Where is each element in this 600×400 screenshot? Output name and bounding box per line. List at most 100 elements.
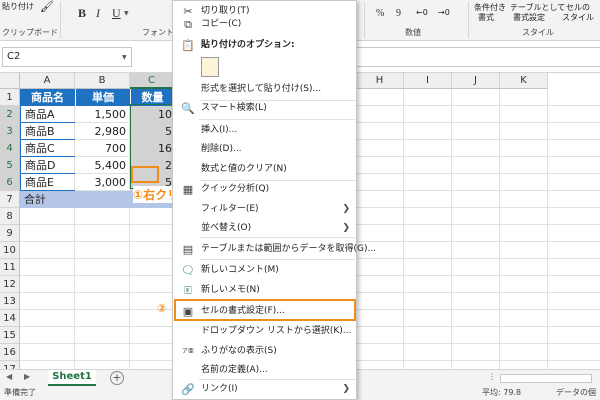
- paste-button[interactable]: 貼り付け: [2, 2, 34, 12]
- menu-item-define-name[interactable]: 名前の定義(A)...: [173, 360, 356, 381]
- column-header-h[interactable]: H: [356, 73, 404, 89]
- column-header-j[interactable]: J: [452, 73, 500, 89]
- table-row-name[interactable]: 商品C: [20, 140, 75, 157]
- prev-sheet-icon[interactable]: ◀: [6, 372, 12, 381]
- conditional-formatting-button[interactable]: 条件付き: [474, 3, 506, 13]
- menu-item-copy[interactable]: ⧉ コピー(C): [173, 14, 356, 35]
- row-header-12[interactable]: 12: [0, 276, 20, 293]
- name-box[interactable]: C2: [2, 47, 132, 67]
- table-header-price[interactable]: 単価: [75, 89, 130, 106]
- italic-button[interactable]: I: [96, 6, 100, 21]
- table-row-price[interactable]: 5,400: [75, 157, 130, 174]
- menu-item-smart-lookup[interactable]: 🔍 スマート検索(L): [173, 98, 356, 119]
- menu-item-dropdown-list[interactable]: ドロップダウン リストから選択(K)...: [173, 321, 356, 342]
- bold-button[interactable]: B: [78, 6, 86, 21]
- underline-button[interactable]: U: [112, 6, 121, 21]
- menu-item-insert[interactable]: 挿入(I)...: [173, 120, 356, 141]
- menu-item-delete[interactable]: 削除(D)...: [173, 139, 356, 160]
- style-group-label: スタイル: [522, 28, 554, 37]
- quick-analysis-icon: ▦: [182, 183, 194, 196]
- add-sheet-button[interactable]: +: [110, 371, 124, 385]
- name-box-dropdown-icon[interactable]: ▼: [122, 54, 127, 61]
- row-header-3[interactable]: 3: [0, 123, 20, 140]
- next-sheet-icon[interactable]: ▶: [24, 372, 30, 381]
- menu-item-label: テーブルまたは範囲からデータを取得(G)...: [201, 244, 377, 254]
- row-header-10[interactable]: 10: [0, 242, 20, 259]
- right-click-target-highlight: [131, 166, 159, 183]
- menu-item-label: 形式を選択して貼り付け(S)...: [201, 84, 322, 94]
- column-header-b[interactable]: B: [75, 73, 130, 89]
- percent-style-button[interactable]: %: [376, 8, 384, 19]
- menu-item-sort[interactable]: 並べ替え(O) ❯: [173, 218, 356, 239]
- comma-style-button[interactable]: 9: [396, 8, 401, 19]
- conditional-formatting-label-2: 書式: [478, 13, 494, 22]
- row-header-9[interactable]: 9: [0, 225, 20, 242]
- menu-item-link[interactable]: 🔗 リンク(I) ❯: [173, 379, 356, 400]
- menu-item-paste-special[interactable]: 形式を選択して貼り付け(S)...: [173, 79, 356, 100]
- row-header-1[interactable]: 1: [0, 89, 20, 106]
- menu-item-label: フィルター(E): [201, 204, 259, 214]
- row-header-15[interactable]: 15: [0, 327, 20, 344]
- ribbon-separator: [468, 2, 469, 38]
- row-header-11[interactable]: 11: [0, 259, 20, 276]
- formula-input[interactable]: [355, 47, 600, 67]
- status-count: データの個: [556, 388, 596, 397]
- table-row-name[interactable]: 商品B: [20, 123, 75, 140]
- clipboard-icon: 📋: [181, 39, 195, 52]
- column-header-c[interactable]: C: [130, 73, 174, 89]
- row-header-2[interactable]: 2: [0, 106, 20, 123]
- ribbon-separator: [60, 2, 61, 38]
- table-row-price[interactable]: 700: [75, 140, 130, 157]
- sheet-tab-sheet1[interactable]: Sheet1: [48, 370, 96, 386]
- menu-item-phonetic[interactable]: ア亜 ふりがなの表示(S): [173, 341, 356, 362]
- paste-option-icon[interactable]: [201, 57, 219, 77]
- table-header-name[interactable]: 商品名: [20, 89, 75, 106]
- row-header-13[interactable]: 13: [0, 293, 20, 310]
- menu-item-label: 並べ替え(O): [201, 223, 252, 233]
- row-header-7[interactable]: 7: [0, 191, 20, 208]
- tab-bar-menu-icon[interactable]: ⋮: [488, 372, 496, 381]
- column-header-k[interactable]: K: [500, 73, 548, 89]
- clipboard-group-label: クリップボード: [2, 28, 58, 37]
- column-header-i[interactable]: I: [404, 73, 452, 89]
- column-header-a[interactable]: A: [20, 73, 75, 89]
- gridline-vertical: [499, 89, 500, 369]
- link-icon: 🔗: [181, 383, 195, 396]
- menu-item-label: 新しいメモ(N): [201, 285, 260, 295]
- menu-separator: [199, 237, 355, 238]
- decrease-decimal-icon[interactable]: →0: [438, 8, 450, 18]
- row-header-4[interactable]: 4: [0, 140, 20, 157]
- gridline-vertical: [547, 89, 548, 369]
- underline-dropdown-icon[interactable]: ▼: [124, 10, 129, 17]
- menu-item-get-data[interactable]: ▤ テーブルまたは範囲からデータを取得(G)...: [173, 239, 376, 260]
- menu-item-quick-analysis[interactable]: ▦ クイック分析(Q): [173, 179, 356, 200]
- row-header-16[interactable]: 16: [0, 344, 20, 361]
- horizontal-scrollbar[interactable]: [500, 374, 592, 383]
- submenu-arrow-icon: ❯: [342, 204, 350, 214]
- table-row-price[interactable]: 2,980: [75, 123, 130, 140]
- table-row-price[interactable]: 3,000: [75, 174, 130, 191]
- table-row-price[interactable]: 1,500: [75, 106, 130, 123]
- format-painter-icon[interactable]: 🖌: [40, 1, 54, 12]
- row-header-6[interactable]: 6: [0, 174, 20, 191]
- menu-item-label: コピー(C): [201, 19, 242, 29]
- row-header-5[interactable]: 5: [0, 157, 20, 174]
- row-header-14[interactable]: 14: [0, 310, 20, 327]
- row-header-8[interactable]: 8: [0, 208, 20, 225]
- menu-item-new-comment[interactable]: 🗨 新しいコメント(M): [173, 260, 356, 281]
- menu-item-label: 数式と値のクリア(N): [201, 164, 287, 174]
- status-average: 平均: 79.8: [482, 388, 522, 397]
- menu-item-filter[interactable]: フィルター(E) ❯: [173, 199, 356, 220]
- select-all-corner[interactable]: [0, 73, 20, 89]
- row-header-17[interactable]: 17: [0, 361, 20, 369]
- cell-styles-button[interactable]: セルの: [566, 3, 590, 13]
- menu-item-new-note[interactable]: 🗉 新しいメモ(N): [173, 280, 356, 301]
- table-row-name[interactable]: 商品D: [20, 157, 75, 174]
- menu-item-clear[interactable]: 数式と値のクリア(N): [173, 159, 356, 180]
- format-cells-highlight: [174, 299, 356, 321]
- format-as-table-button[interactable]: テーブルとして: [510, 3, 565, 13]
- table-row-name[interactable]: 商品E: [20, 174, 75, 191]
- table-row-name[interactable]: 商品A: [20, 106, 75, 123]
- format-as-table-label-2: 書式設定: [513, 13, 545, 22]
- increase-decimal-icon[interactable]: ←0: [416, 8, 428, 18]
